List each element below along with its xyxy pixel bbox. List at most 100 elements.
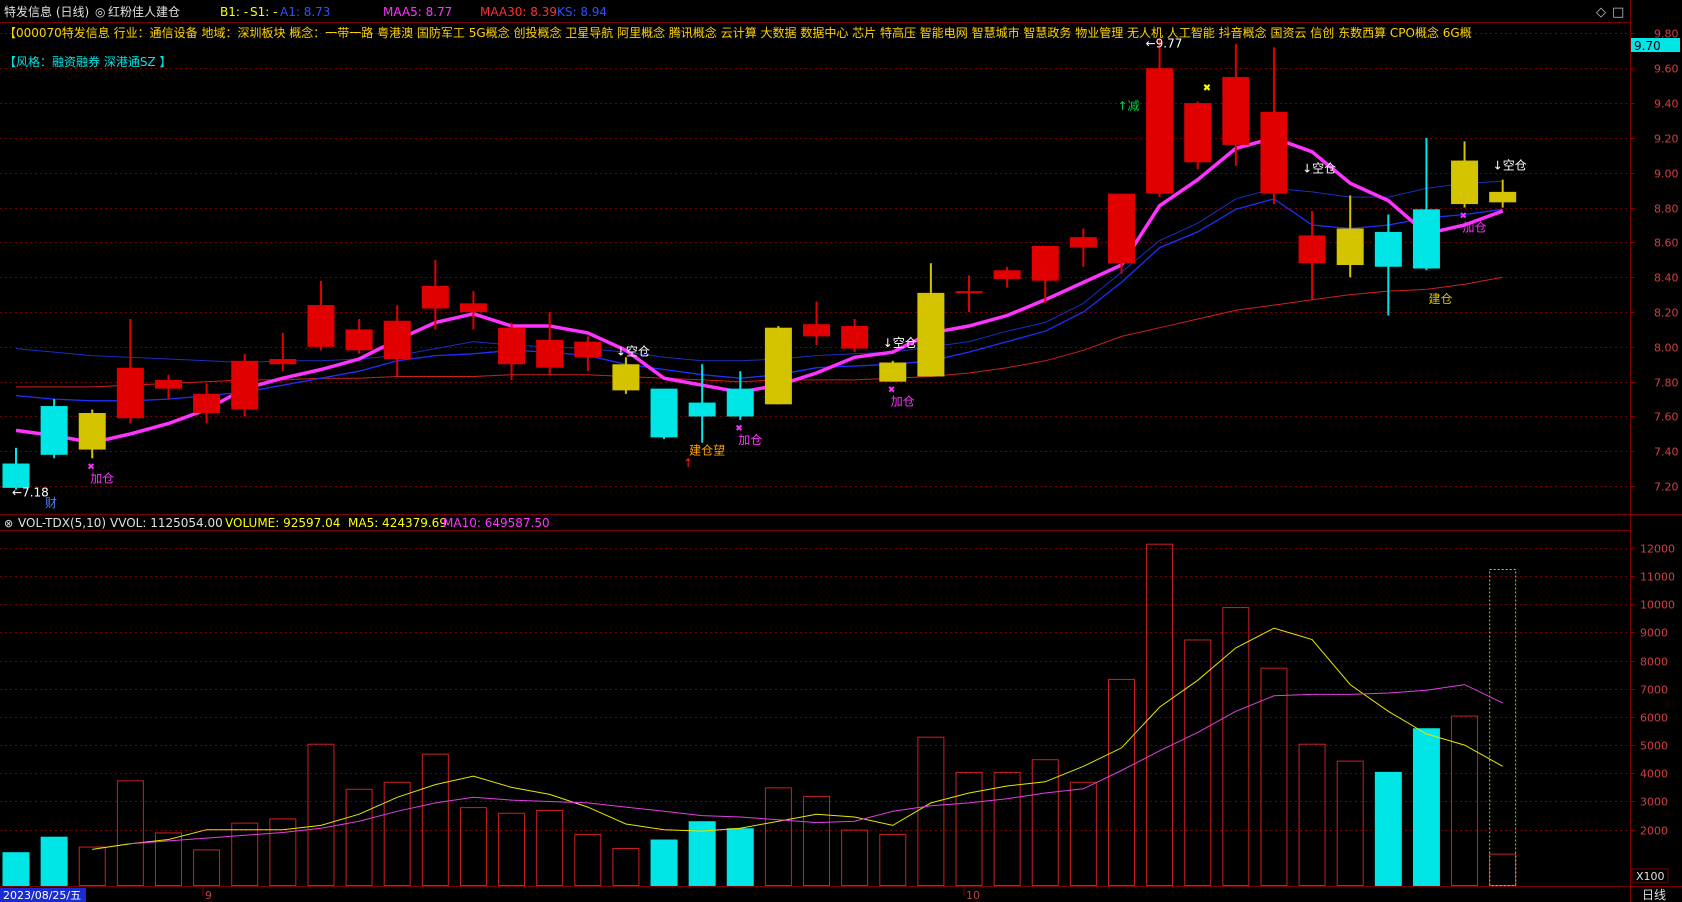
ks-value: KS: 8.94 xyxy=(557,5,607,19)
volume-axis: 12000 11000 10000 9000 8000 7000 6000 5000 4000 3… xyxy=(1630,543,1675,838)
candle-body xyxy=(612,364,640,391)
vol-panel-icon: ⊗ xyxy=(4,517,13,530)
diamond-icon[interactable]: ◇ xyxy=(1596,5,1606,20)
candle-body xyxy=(1412,209,1440,269)
volume-bar xyxy=(231,822,259,886)
candle-body xyxy=(1260,111,1288,194)
candle-body xyxy=(841,325,869,349)
volume-bar xyxy=(116,780,144,886)
candles xyxy=(2,38,1517,490)
price-tick-label: 8.60 xyxy=(1654,237,1679,250)
price-tick-label: 8.80 xyxy=(1654,203,1679,216)
maa5-value: MAA5: 8.77 xyxy=(383,5,452,19)
volume-bar xyxy=(307,743,335,887)
candle-body xyxy=(917,292,945,377)
date-label: 2023/08/25/五 xyxy=(3,889,81,902)
indicator-icon: ◎ xyxy=(95,5,105,19)
candle-body xyxy=(1031,245,1059,281)
candle-body xyxy=(650,388,678,438)
month-label-9: 9 xyxy=(205,889,212,902)
volume-bar xyxy=(764,787,792,887)
current-price-label: 9.70 xyxy=(1634,39,1661,53)
volume-bars xyxy=(2,543,1517,887)
candle-body xyxy=(1184,103,1212,163)
low-price-label: ←7.18 xyxy=(12,486,49,500)
price-tick-label: 7.40 xyxy=(1654,446,1679,459)
volume-tick-label: 12000 xyxy=(1640,543,1675,556)
volume-bar xyxy=(459,807,487,886)
b1-value: B1: - xyxy=(220,5,248,19)
volume-bar xyxy=(650,839,678,886)
add-position-label: 加仓 xyxy=(1463,221,1487,235)
square-icon[interactable]: □ xyxy=(1612,5,1624,20)
volume-bar xyxy=(726,828,754,886)
reduce-position-label: ↑减 xyxy=(1117,99,1139,113)
volume-projection-bar xyxy=(1489,569,1517,886)
volume-tick-label: 2000 xyxy=(1640,825,1668,838)
volume-bar xyxy=(40,836,68,886)
price-tick-label: 7.80 xyxy=(1654,377,1679,390)
short-position-label: ↓空仓 xyxy=(1302,162,1336,176)
volume-bar xyxy=(536,809,564,887)
stock-info-line: 【000070特发信息 行业：通信设备 地域：深圳板块 概念：一带一路 粤港澳 … xyxy=(4,25,1472,40)
candle-body xyxy=(116,367,144,419)
style-info-line: 【风格：融资融券 深港通SZ 】 xyxy=(4,54,171,69)
high-price-label: ←9.77 xyxy=(1146,37,1183,51)
short-position-label: ↓空仓 xyxy=(616,345,650,359)
price-tick-label: 8.40 xyxy=(1654,272,1679,285)
volume-bar xyxy=(78,846,106,886)
candle-body xyxy=(269,359,297,365)
up-arrow-marker: ↑ xyxy=(683,456,693,470)
build-position-label: 建仓 xyxy=(1428,292,1452,306)
volume-bar xyxy=(879,833,907,887)
volume-bar xyxy=(345,788,373,886)
vol-unit-label: X100 xyxy=(1636,870,1665,883)
period-label: 日线 xyxy=(1642,888,1666,902)
price-axis: 9.809.609.409.209.008.808.608.408.208.00… xyxy=(1630,28,1679,494)
a1-value: A1: 8.73 xyxy=(280,5,330,19)
volume-bar xyxy=(1260,667,1288,887)
candle-body xyxy=(1336,228,1364,266)
volume-bar xyxy=(1146,543,1174,887)
ks-line xyxy=(15,180,1503,364)
volume-bar xyxy=(841,829,869,887)
candle-body xyxy=(764,327,792,405)
vol-ma10-value: MA10: 649587.50 xyxy=(443,516,550,530)
volume-bar xyxy=(1336,760,1364,886)
vol-indicator-name: VOL-TDX(5,10) xyxy=(18,516,106,530)
volume-bar xyxy=(1222,607,1250,886)
candle-body xyxy=(307,305,335,347)
add-position-label: 加仓 xyxy=(90,471,114,485)
price-tick-label: 8.00 xyxy=(1654,342,1679,355)
volume-value: VOLUME: 92597.04 xyxy=(225,516,340,530)
volume-tick-label: 8000 xyxy=(1640,656,1668,669)
volume-tick-label: 9000 xyxy=(1640,627,1668,640)
finance-marker: 财 xyxy=(45,496,57,510)
maa30-value: MAA30: 8.39 xyxy=(480,5,557,19)
short-position-label: ↓空仓 xyxy=(883,336,917,350)
price-tick-label: 7.20 xyxy=(1654,481,1679,494)
candle-body xyxy=(40,406,68,455)
indicator-name: 红粉佳人建仓 xyxy=(108,4,180,19)
volume-bar xyxy=(1412,728,1440,886)
price-tick-label: 8.20 xyxy=(1654,307,1679,320)
candle-body xyxy=(1222,76,1250,145)
short-position-label: ↓空仓 xyxy=(1493,158,1527,172)
volume-bar xyxy=(193,849,221,886)
candle-body xyxy=(993,270,1021,279)
candle-body xyxy=(574,341,602,358)
volume-bar xyxy=(1069,781,1097,886)
volume-tick-label: 11000 xyxy=(1640,571,1675,584)
candle-body xyxy=(459,303,487,313)
candle-body xyxy=(1451,160,1479,205)
price-tick-label: 9.20 xyxy=(1654,133,1679,146)
volume-tick-label: 4000 xyxy=(1640,768,1668,781)
s1-value: S1: - xyxy=(250,5,277,19)
candle-body xyxy=(1107,193,1135,264)
volume-tick-label: 6000 xyxy=(1640,712,1668,725)
volume-tick-label: 3000 xyxy=(1640,796,1668,809)
volume-bar xyxy=(1184,639,1212,886)
volume-bar xyxy=(993,771,1021,887)
candle-body xyxy=(2,463,30,488)
volume-bar xyxy=(612,847,640,887)
